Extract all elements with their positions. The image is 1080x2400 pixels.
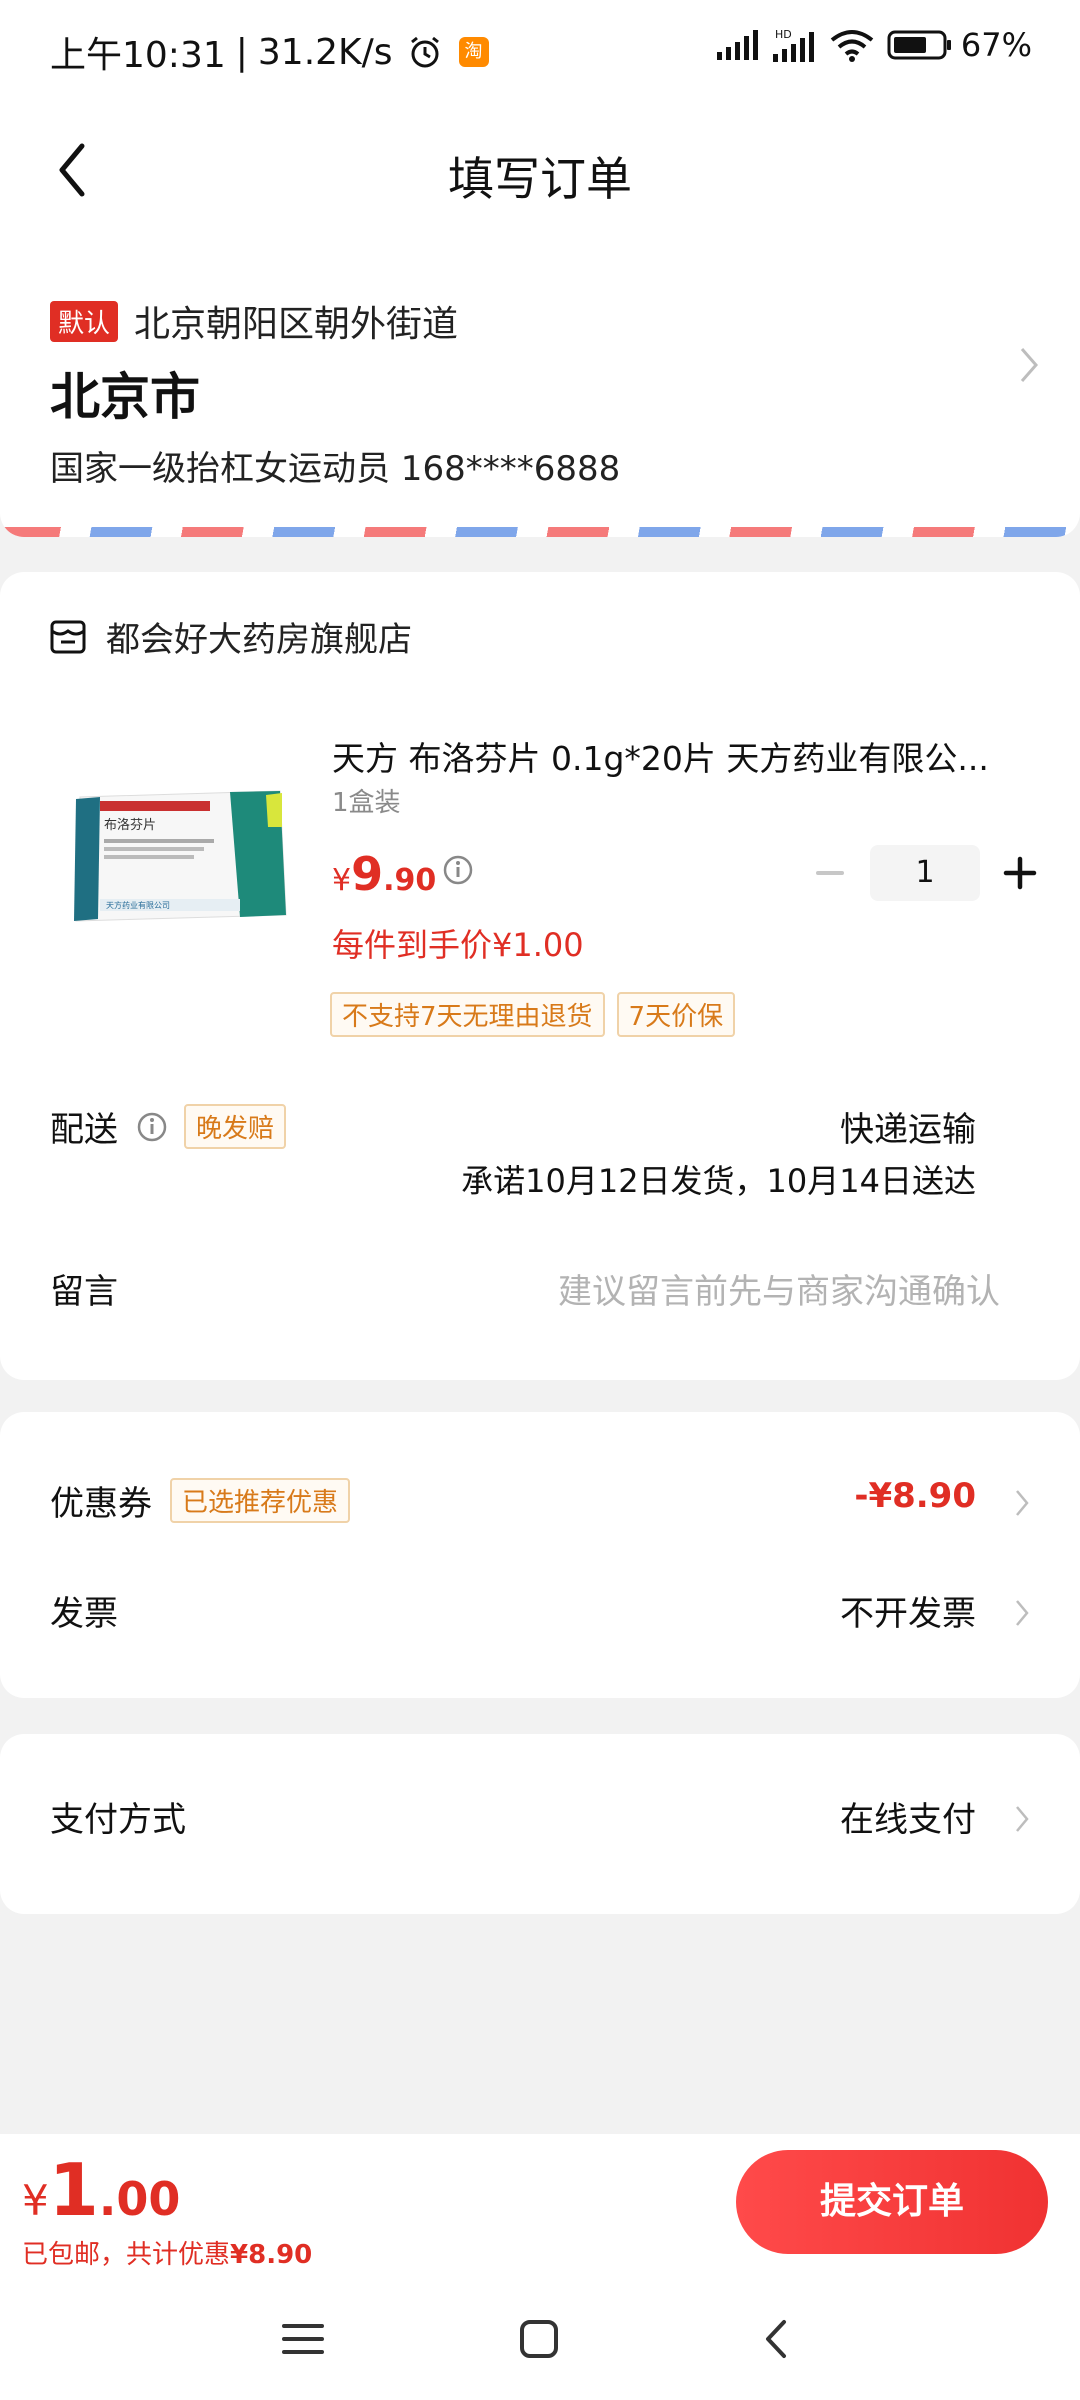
store-name: 都会好大药房旗舰店: [106, 620, 412, 660]
invoice-label: 发票: [50, 1594, 118, 1634]
status-left: 上午10:31 | 31.2K/s 淘: [50, 26, 489, 78]
submit-order-button[interactable]: 提交订单: [736, 2150, 1048, 2254]
store-icon: [50, 620, 86, 653]
payment-value: 在线支付: [840, 1800, 976, 1840]
message-label: 留言: [50, 1272, 118, 1312]
battery-icon: [887, 30, 951, 60]
late-ship-compensation-tag: 晚发赔: [184, 1104, 287, 1149]
unit-final-price: 每件到手价¥1.00: [332, 926, 584, 964]
taobao-icon: 淘: [458, 37, 489, 67]
info-icon[interactable]: [442, 854, 474, 886]
store-card: 都会好大药房旗舰店 布洛芬片 天方药业有限公司 天方 布洛芬片 0.1g*20片…: [0, 572, 1080, 1380]
product-image[interactable]: 布洛芬片 天方药业有限公司: [60, 787, 290, 927]
message-input[interactable]: 建议留言前先与商家沟通确认: [558, 1264, 1000, 1313]
delivery-label: 配送: [50, 1110, 118, 1150]
minus-icon[interactable]: [808, 851, 852, 895]
price-protect-tag: 7天价保: [616, 992, 736, 1037]
quantity-stepper: 1: [808, 845, 1042, 901]
chevron-right-icon: [1016, 1600, 1029, 1626]
coupon-label: 优惠券: [50, 1484, 152, 1524]
no-return-tag: 不支持7天无理由退货: [330, 992, 605, 1037]
status-right: HD 67%: [705, 26, 1032, 64]
address-city: 北京市: [50, 368, 200, 426]
back-icon[interactable]: [752, 2314, 802, 2364]
delivery-promise: 承诺10月12日发货，10月14日送达: [461, 1162, 976, 1200]
product-name[interactable]: 天方 布洛芬片 0.1g*20片 天方药业有限公...: [332, 732, 1032, 780]
chevron-right-icon: [1016, 1490, 1029, 1516]
address-card[interactable]: 默认 北京朝阳区朝外街道 北京市 国家一级抬杠女运动员 168****6888: [0, 245, 1080, 537]
coupon-row[interactable]: 优惠券 已选推荐优惠 -¥8.90: [50, 1476, 1030, 1536]
page-title: 填写订单: [448, 152, 632, 206]
payment-card[interactable]: 支付方式 在线支付: [0, 1734, 1080, 1914]
recommended-coupon-tag: 已选推荐优惠: [170, 1478, 351, 1523]
system-nav-bar: [0, 2274, 1080, 2400]
svg-text:天方药业有限公司: 天方药业有限公司: [106, 900, 170, 910]
invoice-value: 不开发票: [840, 1594, 976, 1634]
quantity-input[interactable]: 1: [870, 845, 980, 901]
info-icon[interactable]: [136, 1111, 168, 1143]
wifi-icon: [830, 30, 874, 62]
product-spec: 1盒装: [332, 788, 401, 818]
invoice-row[interactable]: 发票 不开发票: [50, 1586, 1030, 1646]
chevron-right-icon: [1016, 1806, 1029, 1832]
chevron-right-icon: [1020, 348, 1038, 382]
shipping-discount-text: 已包邮，共计优惠¥8.90: [22, 2240, 313, 2270]
payment-label: 支付方式: [50, 1800, 186, 1840]
default-address-tag: 默认: [50, 300, 119, 342]
home-icon[interactable]: [514, 2314, 564, 2364]
alarm-icon: [410, 36, 439, 68]
signal-icon: [716, 30, 758, 60]
plus-icon[interactable]: [998, 851, 1042, 895]
product-tags: 不支持7天无理由退货 7天价保: [330, 992, 747, 1037]
product-price: ¥ 9 .90: [332, 847, 437, 901]
delivery-method: 快递运输: [840, 1110, 976, 1150]
status-time: 上午10:31: [50, 35, 226, 76]
checkout-bar: ¥ 1 .00 已包邮，共计优惠¥8.90 提交订单: [0, 2134, 1080, 2274]
coupon-value: -¥8.90: [854, 1476, 976, 1516]
svg-text:HD: HD: [775, 28, 792, 41]
delivery-row[interactable]: 配送 晚发赔 快递运输 承诺10月12日发货，10月14日送达: [50, 1102, 1030, 1222]
store-header[interactable]: 都会好大药房旗舰店: [50, 612, 412, 661]
network-speed: 31.2K/s: [257, 31, 393, 73]
coupon-invoice-card: 优惠券 已选推荐优惠 -¥8.90 发票 不开发票: [0, 1412, 1080, 1698]
total-price: ¥ 1 .00: [22, 2148, 181, 2232]
airmail-border: [0, 527, 1080, 537]
battery-level: 67%: [960, 26, 1032, 64]
status-bar: 上午10:31 | 31.2K/s 淘 HD 67%: [0, 0, 1080, 95]
message-row[interactable]: 留言 建议留言前先与商家沟通确认: [50, 1264, 1030, 1324]
address-contact: 国家一级抬杠女运动员 168****6888: [50, 449, 621, 489]
svg-text:布洛芬片: 布洛芬片: [104, 818, 156, 833]
address-street: 北京朝阳区朝外街道: [134, 304, 459, 345]
signal-hd-icon: HD: [772, 28, 814, 62]
menu-icon[interactable]: [278, 2314, 328, 2364]
nav-header: 填写订单: [0, 95, 1080, 245]
